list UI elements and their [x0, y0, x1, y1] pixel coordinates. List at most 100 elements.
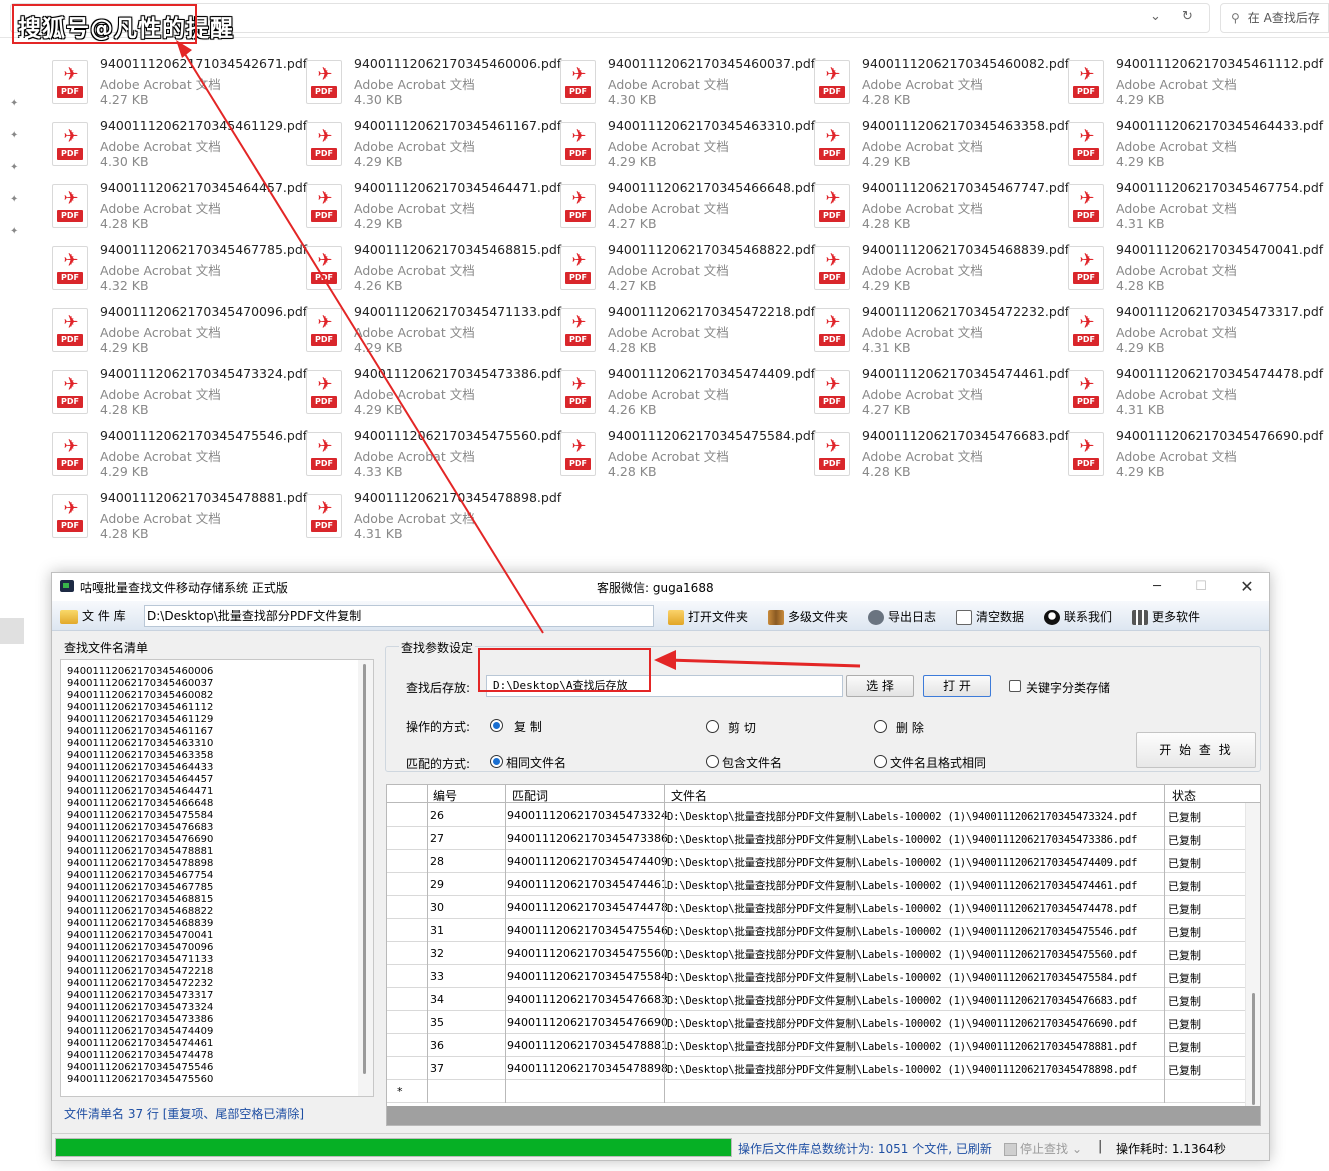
start-search-button[interactable]: 开 始 查 找	[1136, 732, 1256, 768]
table-row[interactable]: 36 94001112062170345478881 D:\Desktop\批量查找…	[387, 1034, 1245, 1057]
file-item[interactable]: ✈ PDF 94001112062170345473386.pdf Adobe Acr…	[306, 366, 562, 426]
cell-number: 30	[430, 901, 444, 914]
file-item[interactable]: ✈ PDF 94001112062170345471133.pdf Adobe Acr…	[306, 304, 561, 364]
file-type: Adobe Acrobat 文档	[354, 263, 475, 278]
file-item[interactable]: ✈ PDF 94001112062170345478898.pdf Adobe Acr…	[306, 490, 561, 550]
delete-radio[interactable]	[874, 720, 887, 733]
keyword-category-checkbox[interactable]	[1009, 680, 1021, 692]
file-item[interactable]: ✈ PDF 94001112062170345472232.pdf Adobe Acr…	[814, 304, 1069, 364]
table-row[interactable]: 34 94001112062170345476683 D:\Desktop\批量查找…	[387, 988, 1245, 1011]
table-row[interactable]: 26 94001112062170345473324 D:\Desktop\批量查找…	[387, 804, 1245, 827]
file-item[interactable]: ✈ PDF 94001112062170345460082.pdf Adobe Acr…	[814, 56, 1069, 116]
column-header-match-word[interactable]: 匹配词	[512, 787, 548, 804]
library-path-input[interactable]: D:\Desktop\批量查找部分PDF文件复制	[144, 605, 654, 627]
file-item[interactable]: ✈ PDF 94001112062171034542671.pdf Adobe Acr…	[52, 56, 307, 116]
file-item[interactable]: ✈ PDF 94001112062170345464457.pdf Adobe Acr…	[52, 180, 307, 240]
file-item[interactable]: ✈ PDF 94001112062170345478881.pdf Adobe Acr…	[52, 490, 307, 550]
file-item[interactable]: ✈ PDF 94001112062170345461129.pdf Adobe Acr…	[52, 118, 307, 178]
file-item[interactable]: ✈ PDF 94001112062170345461112.pdf Adobe Acr…	[1068, 56, 1323, 116]
file-item[interactable]: ✈ PDF 94001112062170345473324.pdf Adobe Acr…	[52, 366, 307, 426]
contains-filename-radio[interactable]	[706, 755, 719, 768]
file-size: 4.29 KB	[1116, 92, 1165, 107]
scrollbar-thumb[interactable]	[1252, 993, 1255, 1105]
minimize-button[interactable]: ─	[1134, 573, 1180, 601]
file-item[interactable]: ✈ PDF 94001112062170345464471.pdf Adobe Acr…	[306, 180, 561, 240]
pdf-file-icon: ✈ PDF	[814, 432, 850, 476]
file-item[interactable]: ✈ PDF 94001112062170345474478.pdf Adobe Acr…	[1068, 366, 1323, 426]
open-button[interactable]: 打 开	[923, 675, 991, 697]
multi-level-folder-button[interactable]: 多级文件夹	[768, 608, 848, 625]
pin-icon[interactable]: ✦	[10, 194, 18, 205]
file-item[interactable]: ✈ PDF 94001112062170345474461.pdf Adobe Acr…	[814, 366, 1069, 426]
file-item[interactable]: ✈ PDF 94001112062170345467747.pdf Adobe Acr…	[814, 180, 1069, 240]
file-name: 94001112062170345468822.pdf	[608, 242, 816, 257]
column-header-number[interactable]: 编号	[433, 787, 457, 804]
file-item[interactable]: ✈ PDF 94001112062170345468815.pdf Adobe Acr…	[306, 242, 561, 302]
copy-radio[interactable]	[490, 719, 503, 732]
table-row[interactable]: 32 94001112062170345475560 D:\Desktop\批量查找…	[387, 942, 1245, 965]
search-list-scrollbar[interactable]	[358, 660, 373, 1096]
table-row[interactable]: 27 94001112062170345473386 D:\Desktop\批量查找…	[387, 827, 1245, 850]
table-row[interactable]: 33 94001112062170345475584 D:\Desktop\批量查找…	[387, 965, 1245, 988]
file-item[interactable]: ✈ PDF 94001112062170345463358.pdf Adobe Acr…	[814, 118, 1069, 178]
file-item[interactable]: ✈ PDF 94001112062170345461167.pdf Adobe Acr…	[306, 118, 561, 178]
file-item[interactable]: ✈ PDF 94001112062170345474409.pdf Adobe Acr…	[560, 366, 815, 426]
stop-search-button[interactable]: 停止查找 ⌄	[1004, 1140, 1082, 1157]
file-item[interactable]: ✈ PDF 94001112062170345464433.pdf Adobe Acr…	[1068, 118, 1323, 178]
export-log-button[interactable]: 导出日志	[868, 608, 936, 625]
column-header-status[interactable]: 状态	[1172, 787, 1196, 804]
search-list-textarea[interactable]: 94001112062170345460006 94001112062170345…	[60, 659, 374, 1097]
clear-data-button[interactable]: 清空数据	[956, 608, 1024, 625]
close-button[interactable]: ✕	[1224, 573, 1270, 601]
file-item[interactable]: ✈ PDF 94001112062170345468839.pdf Adobe Acr…	[814, 242, 1069, 302]
file-item[interactable]: ✈ PDF 94001112062170345468822.pdf Adobe Acr…	[560, 242, 816, 302]
same-filename-radio[interactable]	[490, 755, 503, 768]
file-item[interactable]: ✈ PDF 94001112062170345460006.pdf Adobe Acr…	[306, 56, 561, 116]
file-item[interactable]: ✈ PDF 94001112062170345476683.pdf Adobe Acr…	[814, 428, 1069, 488]
pin-icon[interactable]: ✦	[10, 226, 18, 237]
table-row[interactable]: 28 94001112062170345474409 D:\Desktop\批量查找…	[387, 850, 1245, 873]
file-item[interactable]: ✈ PDF 94001112062170345475584.pdf Adobe Acr…	[560, 428, 816, 488]
file-item[interactable]: ✈ PDF 94001112062170345475560.pdf Adobe Acr…	[306, 428, 561, 488]
file-item[interactable]: ✈ PDF 94001112062170345460037.pdf Adobe Acr…	[560, 56, 815, 116]
file-size: 4.29 KB	[1116, 154, 1165, 169]
filename-format-radio[interactable]	[874, 755, 887, 768]
file-name: 94001112062170345473386.pdf	[354, 366, 562, 381]
pin-icon[interactable]: ✦	[10, 98, 18, 109]
chevron-down-icon[interactable]: ⌄	[1150, 9, 1161, 24]
table-row[interactable]: 37 94001112062170345478898 D:\Desktop\批量查找…	[387, 1057, 1245, 1080]
elapsed-time: 操作耗时: 1.1364秒	[1116, 1142, 1226, 1156]
table-row[interactable]: 30 94001112062170345474478 D:\Desktop\批量查找…	[387, 896, 1245, 919]
file-library-button[interactable]: 文 件 库	[60, 607, 126, 624]
file-item[interactable]: ✈ PDF 94001112062170345473317.pdf Adobe Acr…	[1068, 304, 1323, 364]
file-item[interactable]: ✈ PDF 94001112062170345466648.pdf Adobe Acr…	[560, 180, 815, 240]
file-item[interactable]: ✈ PDF 94001112062170345467785.pdf Adobe Acr…	[52, 242, 307, 302]
file-item[interactable]: ✈ PDF 94001112062170345463310.pdf Adobe Acr…	[560, 118, 815, 178]
more-software-button[interactable]: 更多软件	[1132, 608, 1200, 625]
table-new-row[interactable]: *	[387, 1080, 1245, 1103]
table-row[interactable]: 35 94001112062170345476690 D:\Desktop\批量查找…	[387, 1011, 1245, 1034]
open-folder-button[interactable]: 打开文件夹	[668, 608, 748, 625]
pin-icon[interactable]: ✦	[10, 162, 18, 173]
file-item[interactable]: ✈ PDF 94001112062170345476690.pdf Adobe Acr…	[1068, 428, 1323, 488]
maximize-button[interactable]: ☐	[1178, 573, 1224, 601]
table-row[interactable]: 29 94001112062170345474461 D:\Desktop\批量查找…	[387, 873, 1245, 896]
file-item[interactable]: ✈ PDF 94001112062170345467754.pdf Adobe Acr…	[1068, 180, 1323, 240]
search-box[interactable]: ⚲ 在 A查找后存	[1220, 3, 1329, 33]
table-row[interactable]: 31 94001112062170345475546 D:\Desktop\批量查找…	[387, 919, 1245, 942]
scrollbar-thumb[interactable]	[363, 664, 366, 1074]
file-item[interactable]: ✈ PDF 94001112062170345470041.pdf Adobe Acr…	[1068, 242, 1323, 302]
pin-icon[interactable]: ✦	[10, 130, 18, 141]
choose-button[interactable]: 选 择	[846, 675, 914, 697]
contact-us-button[interactable]: 联系我们	[1044, 608, 1112, 625]
nav-selected-item[interactable]	[0, 618, 24, 644]
cut-radio[interactable]	[706, 720, 719, 733]
column-header-filename[interactable]: 文件名	[671, 787, 707, 804]
file-name: 94001112062170345475584.pdf	[608, 428, 816, 443]
file-item[interactable]: ✈ PDF 94001112062170345472218.pdf Adobe Acr…	[560, 304, 815, 364]
results-table-scrollbar[interactable]	[1245, 803, 1260, 1109]
refresh-icon[interactable]: ↻	[1182, 9, 1193, 24]
file-item[interactable]: ✈ PDF 94001112062170345470096.pdf Adobe Acr…	[52, 304, 307, 364]
file-item[interactable]: ✈ PDF 94001112062170345475546.pdf Adobe Acr…	[52, 428, 307, 488]
file-type: Adobe Acrobat 文档	[100, 511, 221, 526]
